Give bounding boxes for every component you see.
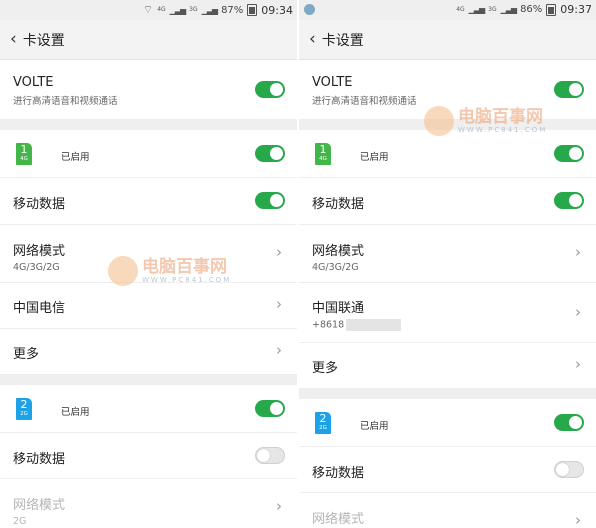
sim1-number: 1 [319, 143, 327, 156]
section-gap [299, 389, 596, 399]
back-icon[interactable]: ‹ [10, 31, 17, 48]
battery-icon [247, 4, 258, 16]
sim2-icon: 2 2G [315, 412, 331, 434]
signal-icon: ▁▃▅ [169, 5, 187, 15]
sim2-mobile-data-toggle[interactable] [554, 461, 584, 478]
back-icon[interactable]: ‹ [309, 31, 316, 48]
chevron-right-icon: › [575, 303, 581, 321]
sim2-toggle[interactable] [554, 414, 584, 431]
sim2-header-row: 2 2G 已启用 [299, 399, 596, 447]
redacted-number [346, 319, 402, 331]
network-mode-label: 网络模式 [312, 512, 365, 527]
volte-toggle[interactable] [554, 81, 584, 98]
battery-icon [546, 3, 557, 16]
more-label: 更多 [312, 361, 339, 376]
sim1-mobile-data-row[interactable]: 移动数据 [299, 178, 596, 225]
signal-icon-2: ▁▃▅ [500, 5, 518, 14]
clock: 09:34 [261, 3, 293, 17]
status-bar: ⌔ 4G ▁▃▅ 3G ▁▃▅ 87% 09:34 [0, 0, 297, 20]
network-mode-label: 网络模式 [312, 244, 365, 259]
clock: 09:37 [560, 3, 592, 16]
sim1-carrier-row[interactable]: 中国联通 +8618 › [299, 283, 596, 343]
signal-label-a: 4G [456, 5, 465, 13]
page-header: ‹ 卡设置 [0, 20, 297, 60]
sim2-network-mode-row[interactable]: 网络模式 2G › [0, 479, 297, 528]
wifi-icon: ⌔ [142, 3, 154, 16]
page-title: 卡设置 [321, 32, 364, 49]
sim1-mobile-data-toggle[interactable] [554, 192, 584, 209]
sim2-status: 已启用 [360, 421, 389, 432]
volte-row[interactable]: VOLTE 进行高清语音和视频通话 [0, 60, 297, 120]
sim1-mobile-data-toggle[interactable] [255, 192, 285, 209]
section-gap [299, 120, 596, 130]
sim1-icon: 1 4G [315, 143, 331, 165]
signal-icon: ▁▃▅ [468, 5, 486, 14]
page-title: 卡设置 [22, 32, 65, 49]
sim1-status: 已启用 [360, 152, 389, 163]
sim1-gen: 4G [20, 156, 28, 162]
volte-row[interactable]: VOLTE 进行高清语音和视频通话 [299, 60, 596, 120]
sim1-toggle[interactable] [255, 145, 285, 162]
sim2-toggle[interactable] [255, 400, 285, 417]
network-mode-value: 4G/3G/2G [13, 262, 60, 273]
section-gap [0, 120, 297, 130]
status-bar: 4G ▁▃▅ 3G ▁▃▅ 86% 09:37 [299, 0, 596, 20]
page-header: ‹ 卡设置 [299, 20, 596, 60]
sim2-number: 2 [319, 412, 327, 425]
volte-desc: 进行高清语音和视频通话 [13, 96, 118, 107]
signal-label-b: 3G [189, 6, 198, 13]
carrier-label: 中国联通 [312, 301, 365, 316]
carrier-label: 中国电信 [13, 301, 66, 316]
signal-icon-2: ▁▃▅ [201, 5, 219, 15]
right-screen: 4G ▁▃▅ 3G ▁▃▅ 86% 09:37 ‹ 卡设置 VOLTE 进行高清… [299, 0, 596, 528]
sim1-gen: 4G [319, 156, 327, 162]
sim1-header-row: 1 4G 已启用 [299, 130, 596, 178]
sim2-icon: 2 2G [16, 398, 32, 420]
sim1-toggle[interactable] [554, 145, 584, 162]
sim2-mobile-data-row[interactable]: 移动数据 [299, 447, 596, 493]
sim1-number: 1 [20, 143, 28, 156]
chevron-right-icon: › [276, 243, 282, 261]
signal-label-b: 3G [488, 5, 497, 13]
sim1-carrier-row[interactable]: 中国电信 › [0, 283, 297, 329]
sim2-header-row: 2 2G 已启用 [0, 385, 297, 433]
signal-label-a: 4G [157, 6, 166, 13]
sim2-gen: 2G [20, 411, 28, 417]
network-mode-label: 网络模式 [13, 244, 66, 259]
sim2-mobile-data-row[interactable]: 移动数据 [0, 433, 297, 479]
sim1-more-row[interactable]: 更多 › [299, 343, 596, 389]
volte-desc: 进行高清语音和视频通话 [312, 96, 417, 107]
sim1-network-mode-row[interactable]: 网络模式 4G/3G/2G › [299, 225, 596, 283]
battery-percent: 87% [221, 4, 244, 16]
chevron-right-icon: › [276, 295, 282, 313]
sim1-icon: 1 4G [16, 143, 32, 165]
sim2-gen: 2G [319, 425, 327, 431]
chevron-right-icon: › [575, 511, 581, 528]
chevron-right-icon: › [276, 497, 282, 515]
volte-toggle[interactable] [255, 81, 285, 98]
sim2-number: 2 [20, 398, 28, 411]
phone-number: +8618 [312, 319, 596, 331]
chevron-right-icon: › [575, 355, 581, 373]
section-gap [0, 375, 297, 385]
sim1-header-row: 1 4G 已启用 [0, 130, 297, 178]
sim1-network-mode-row[interactable]: 网络模式 4G/3G/2G › [0, 225, 297, 283]
more-label: 更多 [13, 347, 40, 362]
notification-icon [304, 4, 315, 15]
network-mode-label: 网络模式 [13, 498, 66, 513]
sim1-status: 已启用 [61, 152, 90, 163]
network-mode-value: 2G [13, 516, 27, 527]
sim2-mobile-data-toggle[interactable] [255, 447, 285, 464]
phone-number-prefix: +8618 [312, 319, 345, 331]
chevron-right-icon: › [276, 341, 282, 359]
sim2-network-mode-row[interactable]: 网络模式 2G › [299, 493, 596, 528]
sim1-more-row[interactable]: 更多 › [0, 329, 297, 375]
battery-percent: 86% [520, 4, 543, 15]
left-screen: ⌔ 4G ▁▃▅ 3G ▁▃▅ 87% 09:34 ‹ 卡设置 VOLTE 进行… [0, 0, 297, 528]
sim2-status: 已启用 [61, 407, 90, 418]
network-mode-value: 4G/3G/2G [312, 262, 359, 273]
chevron-right-icon: › [575, 243, 581, 261]
sim1-mobile-data-row[interactable]: 移动数据 [0, 178, 297, 225]
